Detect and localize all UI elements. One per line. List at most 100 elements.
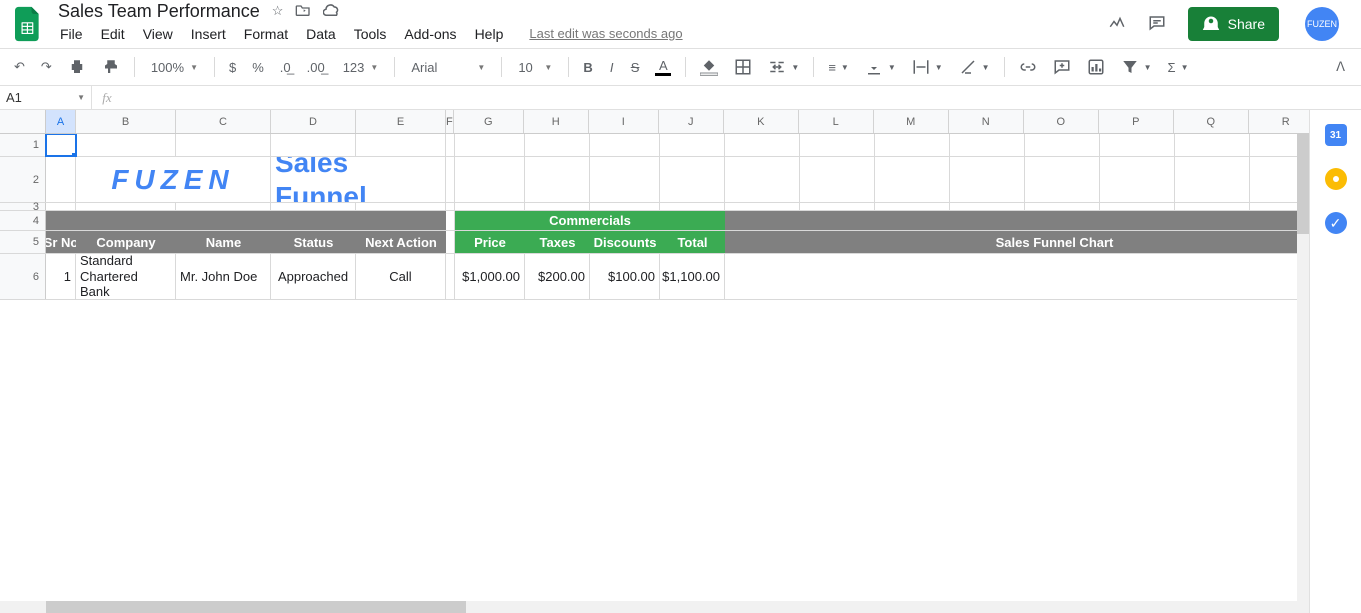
table-header[interactable]: Discounts: [590, 231, 660, 253]
move-icon[interactable]: [295, 3, 311, 20]
text-color-icon[interactable]: A: [649, 54, 677, 80]
cell[interactable]: Approached: [271, 254, 356, 299]
cell[interactable]: [590, 134, 660, 156]
keep-addon-icon[interactable]: [1325, 168, 1347, 190]
cell[interactable]: [446, 203, 455, 210]
col-header-I[interactable]: I: [589, 110, 659, 133]
more-formats-dropdown[interactable]: 123▼: [335, 58, 387, 77]
percent-icon[interactable]: %: [246, 56, 270, 79]
cell[interactable]: [76, 134, 176, 156]
cell[interactable]: [455, 203, 525, 210]
v-align-icon[interactable]: ▼: [859, 54, 902, 80]
table-header[interactable]: Taxes: [525, 231, 590, 253]
menu-insert[interactable]: Insert: [183, 22, 234, 46]
cell[interactable]: [875, 157, 950, 202]
filter-icon[interactable]: ▼: [1115, 54, 1158, 80]
paint-format-icon[interactable]: [96, 54, 126, 80]
col-header-H[interactable]: H: [524, 110, 589, 133]
cell[interactable]: [875, 134, 950, 156]
col-header-A[interactable]: A: [46, 110, 76, 133]
rotate-icon[interactable]: ▼: [953, 54, 996, 80]
col-header-K[interactable]: K: [724, 110, 799, 133]
table-header[interactable]: Sr No: [46, 231, 76, 253]
cell[interactable]: [800, 134, 875, 156]
strike-icon[interactable]: S: [625, 56, 646, 79]
cell[interactable]: [725, 157, 800, 202]
cell[interactable]: [725, 134, 800, 156]
cell[interactable]: Mr. John Doe: [176, 254, 271, 299]
row-header[interactable]: 2: [0, 157, 46, 202]
menu-format[interactable]: Format: [236, 22, 296, 46]
col-header-Q[interactable]: Q: [1174, 110, 1249, 133]
tasks-addon-icon[interactable]: ✓: [1325, 212, 1347, 234]
table-header[interactable]: Price: [455, 231, 525, 253]
table-header[interactable]: Name: [176, 231, 271, 253]
col-header-P[interactable]: P: [1099, 110, 1174, 133]
cell[interactable]: [525, 203, 590, 210]
cell[interactable]: [356, 134, 446, 156]
h-align-icon[interactable]: ≡▼: [822, 56, 855, 79]
fill-color-icon[interactable]: [694, 54, 724, 80]
cell[interactable]: [1025, 203, 1100, 210]
cell[interactable]: [446, 157, 455, 202]
font-size-picker[interactable]: 10▼: [510, 58, 560, 77]
insert-comment-icon[interactable]: [1047, 54, 1077, 80]
collapse-toolbar-icon[interactable]: ᐱ: [1328, 55, 1353, 79]
cell[interactable]: [1100, 157, 1175, 202]
currency-icon[interactable]: $: [223, 56, 242, 79]
cell[interactable]: [176, 203, 271, 210]
undo-icon[interactable]: ↶: [8, 55, 31, 79]
cell[interactable]: [46, 134, 76, 156]
menu-data[interactable]: Data: [298, 22, 344, 46]
cell[interactable]: [800, 203, 875, 210]
last-edit[interactable]: Last edit was seconds ago: [521, 22, 690, 45]
cell[interactable]: [590, 157, 660, 202]
cell[interactable]: [1175, 203, 1250, 210]
cell[interactable]: [660, 157, 725, 202]
cell[interactable]: Call: [356, 254, 446, 299]
cell[interactable]: [76, 203, 176, 210]
menu-add-ons[interactable]: Add-ons: [396, 22, 464, 46]
cell[interactable]: [525, 157, 590, 202]
dec-increase-icon[interactable]: .00̲: [301, 56, 331, 79]
col-header-M[interactable]: M: [874, 110, 949, 133]
cell[interactable]: 1: [46, 254, 76, 299]
table-header[interactable]: Company: [76, 231, 176, 253]
cell[interactable]: [271, 134, 356, 156]
cell[interactable]: [356, 203, 446, 210]
col-header-D[interactable]: D: [271, 110, 356, 133]
cell[interactable]: [1175, 134, 1250, 156]
h-scrollbar[interactable]: [0, 601, 1309, 613]
table-header[interactable]: Status: [271, 231, 356, 253]
cell[interactable]: [46, 211, 76, 230]
menu-help[interactable]: Help: [467, 22, 512, 46]
cell[interactable]: $1,100.00: [660, 254, 725, 299]
col-header-J[interactable]: J: [659, 110, 724, 133]
col-header-N[interactable]: N: [949, 110, 1024, 133]
cloud-saved-icon[interactable]: [323, 3, 341, 20]
cell[interactable]: [590, 203, 660, 210]
menu-file[interactable]: File: [52, 22, 91, 46]
col-header-G[interactable]: G: [454, 110, 524, 133]
table-header[interactable]: Next Action: [356, 231, 446, 253]
v-scrollbar[interactable]: [1297, 134, 1309, 601]
cell[interactable]: [46, 203, 76, 210]
cell[interactable]: [176, 134, 271, 156]
cell[interactable]: [950, 203, 1025, 210]
menu-edit[interactable]: Edit: [93, 22, 133, 46]
row-header[interactable]: 1: [0, 134, 46, 156]
row-header[interactable]: 6: [0, 254, 46, 299]
italic-icon[interactable]: I: [603, 56, 621, 79]
col-header-C[interactable]: C: [176, 110, 271, 133]
name-box[interactable]: A1▼: [0, 86, 92, 109]
cell[interactable]: [1100, 134, 1175, 156]
account-avatar[interactable]: FUZEN: [1305, 7, 1339, 41]
cell[interactable]: [356, 211, 446, 230]
star-icon[interactable]: ☆: [272, 3, 284, 20]
dec-decrease-icon[interactable]: .0̲: [274, 56, 297, 79]
row-header[interactable]: 5: [0, 231, 46, 253]
cell[interactable]: [525, 134, 590, 156]
calendar-addon-icon[interactable]: 31: [1325, 124, 1347, 146]
col-header-L[interactable]: L: [799, 110, 874, 133]
cell[interactable]: Standard Chartered Bank: [76, 254, 176, 299]
